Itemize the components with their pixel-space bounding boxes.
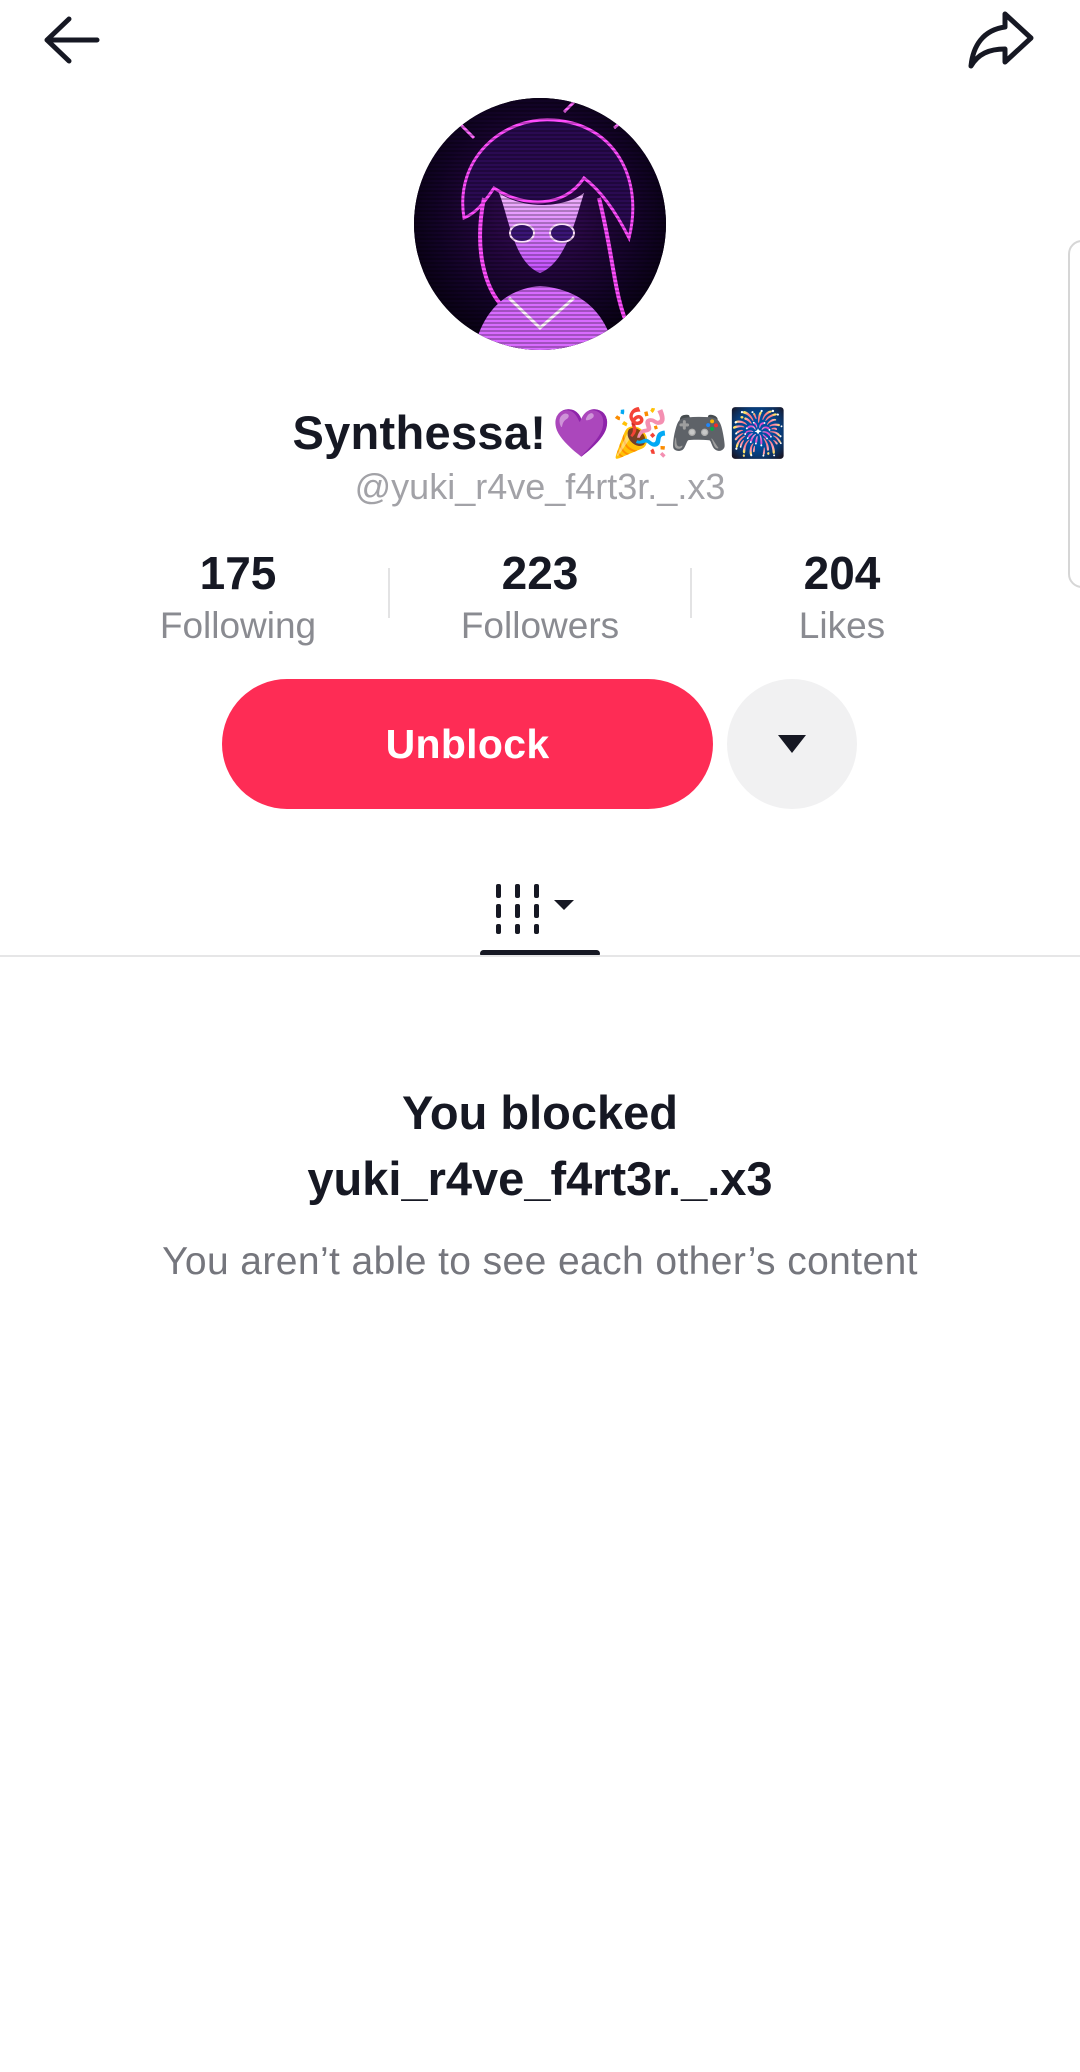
share-icon xyxy=(968,11,1034,69)
back-button[interactable] xyxy=(16,0,126,80)
avatar[interactable] xyxy=(414,98,666,350)
share-button[interactable] xyxy=(946,0,1056,80)
stat-likes-label: Likes xyxy=(798,605,886,646)
blocked-subtitle: You aren’t able to see each other’s cont… xyxy=(162,1240,918,1283)
stat-following[interactable]: 175 Following xyxy=(108,544,368,650)
stat-likes-count: 204 xyxy=(803,547,881,599)
more-options-button[interactable] xyxy=(727,679,857,809)
avatar-image xyxy=(414,98,666,350)
blocked-title-line2: yuki_r4ve_f4rt3r._.x3 xyxy=(307,1152,773,1205)
unblock-button[interactable]: Unblock xyxy=(222,679,713,809)
username: @yuki_r4ve_f4rt3r._.x3 xyxy=(354,466,726,507)
stat-following-count: 175 xyxy=(199,547,277,599)
unblock-button-label: Unblock xyxy=(385,720,550,767)
stat-followers[interactable]: 223 Followers xyxy=(410,544,670,650)
video-grid-icon xyxy=(496,884,574,934)
stat-likes[interactable]: 204 Likes xyxy=(712,544,972,650)
stat-divider xyxy=(690,568,692,618)
stat-followers-label: Followers xyxy=(460,605,620,646)
blocked-title-line1: You blocked xyxy=(402,1086,678,1139)
blocked-title: You blocked yuki_r4ve_f4rt3r._.x3 xyxy=(90,1080,990,1212)
display-name-emojis: 💜🎉🎮🎆 xyxy=(552,406,788,459)
display-name-text: Synthessa! xyxy=(292,406,547,459)
tab-divider xyxy=(0,955,1080,957)
stat-following-label: Following xyxy=(159,605,317,646)
back-arrow-icon xyxy=(44,16,100,64)
stat-followers-count: 223 xyxy=(501,547,579,599)
display-name: Synthessa! 💜🎉🎮🎆 xyxy=(0,398,1080,468)
caret-down-icon xyxy=(778,735,806,753)
tab-videos[interactable] xyxy=(480,860,600,956)
stat-divider xyxy=(388,568,390,618)
